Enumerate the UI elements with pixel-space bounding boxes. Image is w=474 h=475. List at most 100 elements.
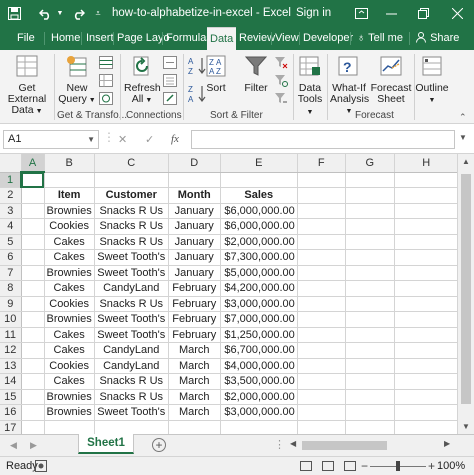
sort-button[interactable]: ZAAZ Sort bbox=[205, 54, 227, 94]
undo-dropdown-icon[interactable]: ▼ bbox=[56, 5, 64, 22]
cell-f5[interactable] bbox=[297, 234, 346, 250]
sheet-prev-icon[interactable]: ◀ bbox=[10, 440, 17, 451]
undo-icon[interactable] bbox=[34, 5, 56, 22]
row-header[interactable]: 4 bbox=[0, 218, 22, 235]
scroll-up-icon[interactable]: ▲ bbox=[462, 157, 470, 166]
cell-c4[interactable]: Snacks R Us bbox=[94, 218, 169, 235]
what-if-analysis-button[interactable]: ? What-If Analysis ▼ bbox=[330, 54, 369, 117]
cell-b2[interactable]: Item bbox=[44, 187, 95, 204]
cell-a13[interactable] bbox=[21, 358, 45, 374]
formula-input[interactable] bbox=[191, 130, 455, 149]
cell-f1[interactable] bbox=[297, 172, 346, 188]
sign-in-link[interactable]: Sign in bbox=[296, 7, 331, 19]
cell-b6[interactable]: Cakes bbox=[44, 249, 95, 266]
tab-view[interactable]: View bbox=[272, 27, 302, 50]
cell-c2[interactable]: Customer bbox=[94, 187, 169, 204]
column-header-c[interactable]: C bbox=[94, 154, 169, 173]
cell-a9[interactable] bbox=[21, 296, 45, 312]
cell-g12[interactable] bbox=[345, 342, 395, 359]
cell-f2[interactable] bbox=[297, 187, 346, 204]
cell-g6[interactable] bbox=[345, 249, 395, 266]
name-box-dropdown-icon[interactable]: ▼ bbox=[87, 131, 95, 148]
column-header-b[interactable]: B bbox=[44, 154, 95, 173]
data-tools-button[interactable]: Data Tools ▼ bbox=[296, 54, 324, 118]
cell-g9[interactable] bbox=[345, 296, 395, 312]
cell-e4[interactable]: $6,000,000.00 bbox=[220, 218, 298, 235]
cell-a4[interactable] bbox=[21, 218, 45, 235]
cell-h10[interactable] bbox=[394, 311, 459, 328]
cell-a6[interactable] bbox=[21, 249, 45, 266]
tell-me-search[interactable]: ♁ Tell me bbox=[354, 27, 406, 50]
cell-g4[interactable] bbox=[345, 218, 395, 235]
cell-h15[interactable] bbox=[394, 389, 459, 405]
cell-f8[interactable] bbox=[297, 280, 346, 297]
row-header[interactable]: 11 bbox=[0, 327, 22, 343]
column-header-h[interactable]: H bbox=[394, 154, 459, 173]
cell-h12[interactable] bbox=[394, 342, 459, 359]
row-header[interactable]: 8 bbox=[0, 280, 22, 297]
column-header-f[interactable]: F bbox=[297, 154, 346, 173]
cell-a14[interactable] bbox=[21, 373, 45, 390]
cell-h13[interactable] bbox=[394, 358, 459, 374]
cell-f15[interactable] bbox=[297, 389, 346, 405]
cell-f6[interactable] bbox=[297, 249, 346, 266]
cell-g15[interactable] bbox=[345, 389, 395, 405]
cell-c15[interactable]: Snacks R Us bbox=[94, 389, 169, 405]
cell-b16[interactable]: Brownies bbox=[44, 404, 95, 421]
cell-e15[interactable]: $2,000,000.00 bbox=[220, 389, 298, 405]
collapse-ribbon-icon[interactable]: ⌃ bbox=[459, 112, 467, 123]
scroll-right-icon[interactable]: ▶ bbox=[444, 439, 450, 448]
cell-d7[interactable]: January bbox=[168, 265, 221, 281]
cell-c6[interactable]: Sweet Tooth's bbox=[94, 249, 169, 266]
get-external-data-button[interactable]: Get External Data ▼ bbox=[2, 54, 52, 117]
cell-d15[interactable]: March bbox=[168, 389, 221, 405]
cell-e10[interactable]: $7,000,000.00 bbox=[220, 311, 298, 328]
cell-g13[interactable] bbox=[345, 358, 395, 374]
new-query-button[interactable]: New Query ▼ bbox=[58, 54, 96, 106]
close-icon[interactable] bbox=[446, 3, 468, 23]
cell-f12[interactable] bbox=[297, 342, 346, 359]
normal-view-icon[interactable] bbox=[300, 461, 312, 471]
vertical-scrollbar[interactable]: ▲ ▼ bbox=[457, 154, 474, 434]
cell-a2[interactable] bbox=[21, 187, 45, 204]
row-header[interactable]: 9 bbox=[0, 296, 22, 312]
reapply-icon[interactable] bbox=[274, 74, 290, 88]
sheet-next-icon[interactable]: ▶ bbox=[30, 440, 37, 451]
tab-data[interactable]: Data bbox=[207, 27, 237, 50]
cell-f4[interactable] bbox=[297, 218, 346, 235]
cell-b5[interactable]: Cakes bbox=[44, 234, 95, 250]
cell-e11[interactable]: $1,250,000.00 bbox=[220, 327, 298, 343]
enter-icon[interactable]: ✓ bbox=[145, 133, 154, 146]
cell-b13[interactable]: Cookies bbox=[44, 358, 95, 374]
row-header[interactable]: 14 bbox=[0, 373, 22, 390]
cell-f7[interactable] bbox=[297, 265, 346, 281]
row-header[interactable]: 16 bbox=[0, 404, 22, 421]
row-header[interactable]: 7 bbox=[0, 265, 22, 281]
column-header-a[interactable]: A bbox=[21, 154, 45, 173]
clear-filter-icon[interactable] bbox=[274, 56, 290, 70]
show-queries-icon[interactable] bbox=[99, 56, 115, 70]
row-header[interactable]: 13 bbox=[0, 358, 22, 374]
cell-g14[interactable] bbox=[345, 373, 395, 390]
cell-d12[interactable]: March bbox=[168, 342, 221, 359]
tab-developer[interactable]: Developer bbox=[300, 27, 356, 50]
cell-d1[interactable] bbox=[168, 172, 221, 188]
cell-b1[interactable] bbox=[44, 172, 95, 188]
row-header[interactable]: 6 bbox=[0, 249, 22, 266]
properties-icon[interactable] bbox=[163, 74, 179, 88]
column-header-g[interactable]: G bbox=[345, 154, 395, 173]
cell-h8[interactable] bbox=[394, 280, 459, 297]
edit-links-icon[interactable] bbox=[163, 92, 179, 106]
cell-b4[interactable]: Cookies bbox=[44, 218, 95, 235]
macro-record-icon[interactable] bbox=[35, 460, 47, 472]
cell-e8[interactable]: $4,200,000.00 bbox=[220, 280, 298, 297]
cell-h14[interactable] bbox=[394, 373, 459, 390]
cell-b11[interactable]: Cakes bbox=[44, 327, 95, 343]
cell-a1[interactable] bbox=[21, 172, 45, 188]
page-layout-view-icon[interactable] bbox=[322, 461, 334, 471]
advanced-filter-icon[interactable] bbox=[274, 92, 290, 106]
cell-d2[interactable]: Month bbox=[168, 187, 221, 204]
zoom-out-icon[interactable]: − bbox=[361, 459, 368, 473]
cell-a7[interactable] bbox=[21, 265, 45, 281]
cancel-icon[interactable]: ✕ bbox=[118, 133, 127, 146]
